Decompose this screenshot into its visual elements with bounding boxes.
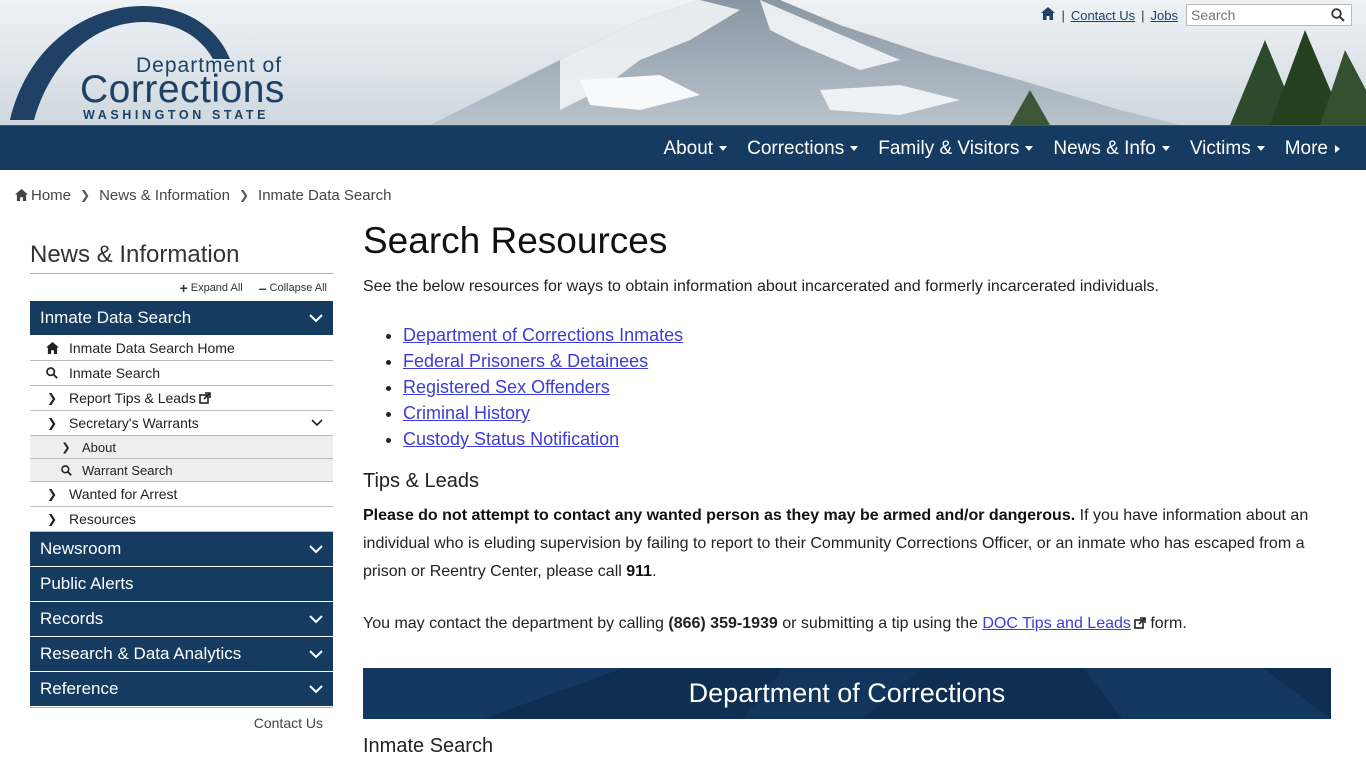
external-link-icon bbox=[1134, 617, 1146, 629]
link-custody-status[interactable]: Custody Status Notification bbox=[403, 429, 619, 449]
sidebar-section-research-data-analytics[interactable]: Research & Data Analytics bbox=[30, 637, 333, 672]
sidebar-item-secretarys-warrants[interactable]: ❯ Secretary's Warrants bbox=[30, 411, 333, 436]
sidebar-section-records[interactable]: Records bbox=[30, 602, 333, 637]
logo-line3: WASHINGTON STATE bbox=[83, 108, 270, 122]
chevron-down-icon bbox=[309, 614, 323, 623]
external-link-icon bbox=[199, 392, 211, 404]
caret-down-icon bbox=[719, 146, 728, 151]
sidebar-contact-us-link[interactable]: Contact Us bbox=[30, 707, 333, 737]
chevron-right-icon: ❯ bbox=[46, 487, 58, 501]
resource-links-list: Department of Corrections Inmates Federa… bbox=[403, 322, 1331, 452]
sidebar-item-wanted-for-arrest[interactable]: ❯ Wanted for Arrest bbox=[30, 482, 333, 507]
sidebar-item-resources[interactable]: ❯ Resources bbox=[30, 507, 333, 532]
nav-corrections[interactable]: Corrections bbox=[747, 138, 859, 160]
chevron-down-icon bbox=[309, 649, 323, 658]
doc-tips-leads-link[interactable]: DOC Tips and Leads bbox=[982, 615, 1131, 632]
sidebar-item-inmate-search[interactable]: Inmate Search bbox=[30, 361, 333, 386]
sidebar-subitem-warrant-search[interactable]: Warrant Search bbox=[30, 459, 333, 482]
nav-news-info[interactable]: News & Info bbox=[1053, 138, 1170, 160]
tip-phone-number: (866) 359-1939 bbox=[668, 615, 778, 632]
logo-line2: Corrections bbox=[80, 68, 285, 111]
main-content: Search Resources See the below resources… bbox=[363, 218, 1331, 758]
tips-leads-heading: Tips & Leads bbox=[363, 470, 479, 492]
chevron-down-icon bbox=[309, 313, 323, 322]
main-navigation: About Corrections Family & Visitors News… bbox=[0, 125, 1366, 170]
expand-collapse-controls: + Expand All – Collapse All bbox=[30, 274, 333, 301]
chevron-right-icon: ❯ bbox=[80, 188, 91, 202]
search-icon bbox=[60, 464, 72, 476]
breadcrumb-news-information[interactable]: News & Information bbox=[99, 187, 230, 204]
sidebar-section-public-alerts[interactable]: Public Alerts bbox=[30, 567, 333, 602]
warning-text: Please do not attempt to contact any wan… bbox=[363, 507, 1076, 524]
chevron-down-icon bbox=[309, 544, 323, 553]
home-icon bbox=[45, 341, 59, 355]
inmate-search-heading: Inmate Search bbox=[363, 735, 494, 757]
caret-down-icon bbox=[1161, 146, 1170, 151]
doc-logo[interactable]: Department of Corrections WASHINGTON STA… bbox=[8, 4, 308, 124]
chevron-down-icon bbox=[309, 684, 323, 693]
doc-section-banner: Department of Corrections bbox=[363, 668, 1331, 719]
site-search bbox=[1186, 4, 1352, 26]
sidebar-title: News & Information bbox=[30, 236, 333, 274]
caret-down-icon bbox=[850, 146, 859, 151]
expand-all-button[interactable]: + Expand All bbox=[180, 280, 243, 296]
chevron-right-icon: ❯ bbox=[61, 441, 71, 454]
nav-victims[interactable]: Victims bbox=[1190, 138, 1265, 160]
sidebar-item-report-tips-leads[interactable]: ❯ Report Tips & Leads bbox=[30, 386, 333, 411]
util-separator: | bbox=[1141, 7, 1145, 23]
utility-bar: | Contact Us | Jobs bbox=[1041, 4, 1352, 26]
chevron-right-icon: ❯ bbox=[46, 391, 58, 405]
link-federal-prisoners[interactable]: Federal Prisoners & Detainees bbox=[403, 351, 648, 371]
search-button[interactable] bbox=[1327, 5, 1349, 25]
site-header: Department of Corrections WASHINGTON STA… bbox=[0, 0, 1366, 125]
home-icon bbox=[15, 189, 28, 201]
search-icon bbox=[1331, 8, 1345, 22]
breadcrumb: Home ❯ News & Information ❯ Inmate Data … bbox=[15, 186, 391, 204]
link-criminal-history[interactable]: Criminal History bbox=[403, 403, 530, 423]
link-sex-offenders[interactable]: Registered Sex Offenders bbox=[403, 377, 610, 397]
sidebar-section-inmate-data-search[interactable]: Inmate Data Search bbox=[30, 301, 333, 336]
list-item: Criminal History bbox=[403, 400, 1331, 426]
page-title: Search Resources bbox=[363, 220, 668, 261]
home-link[interactable] bbox=[1041, 7, 1056, 23]
list-item: Department of Corrections Inmates bbox=[403, 322, 1331, 348]
sidebar-section-newsroom[interactable]: Newsroom bbox=[30, 532, 333, 567]
home-icon bbox=[1041, 7, 1056, 20]
nav-more[interactable]: More bbox=[1285, 138, 1340, 160]
chevron-down-icon[interactable] bbox=[311, 419, 323, 427]
minus-icon: – bbox=[258, 279, 267, 296]
chevron-right-icon: ❯ bbox=[46, 416, 58, 430]
emergency-number: 911 bbox=[626, 563, 653, 580]
sidebar: News & Information + Expand All – Collapse… bbox=[30, 236, 333, 737]
tips-paragraph: Please do not attempt to contact any wan… bbox=[363, 507, 1309, 580]
search-icon bbox=[45, 366, 59, 380]
list-item: Custody Status Notification bbox=[403, 426, 1331, 452]
breadcrumb-home[interactable]: Home bbox=[31, 187, 71, 204]
contact-paragraph: You may contact the department by callin… bbox=[363, 615, 1187, 632]
list-item: Registered Sex Offenders bbox=[403, 374, 1331, 400]
nav-family-visitors[interactable]: Family & Visitors bbox=[878, 138, 1034, 160]
util-separator: | bbox=[1061, 7, 1065, 23]
search-input[interactable] bbox=[1187, 5, 1327, 25]
link-doc-inmates[interactable]: Department of Corrections Inmates bbox=[403, 325, 683, 345]
chevron-right-icon: ❯ bbox=[238, 188, 250, 202]
collapse-all-button[interactable]: – Collapse All bbox=[259, 280, 327, 296]
contact-us-link[interactable]: Contact Us bbox=[1071, 8, 1135, 23]
list-item: Federal Prisoners & Detainees bbox=[403, 348, 1331, 374]
sidebar-subitem-about[interactable]: ❯ About bbox=[30, 436, 333, 459]
caret-down-icon bbox=[1256, 146, 1265, 151]
jobs-link[interactable]: Jobs bbox=[1151, 8, 1178, 23]
sidebar-item-inmate-data-search-home[interactable]: Inmate Data Search Home bbox=[30, 336, 333, 361]
banner-title: Department of Corrections bbox=[688, 678, 1006, 708]
breadcrumb-current: Inmate Data Search bbox=[258, 186, 392, 204]
chevron-right-icon: ❯ bbox=[46, 512, 58, 526]
intro-text: See the below resources for ways to obta… bbox=[363, 278, 1159, 295]
sidebar-section-reference[interactable]: Reference bbox=[30, 672, 333, 707]
caret-down-icon bbox=[1025, 146, 1034, 151]
plus-icon: + bbox=[179, 279, 188, 296]
caret-right-icon bbox=[1335, 144, 1340, 153]
nav-about[interactable]: About bbox=[663, 138, 728, 160]
